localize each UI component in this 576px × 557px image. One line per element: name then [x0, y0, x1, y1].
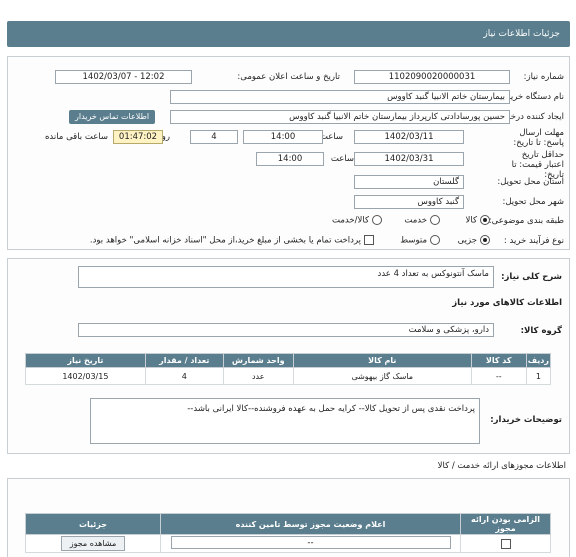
announce-field: 1402/03/07 - 12:02	[55, 70, 192, 84]
time-remaining-field: 01:47:02	[113, 130, 163, 144]
col-date: تاریخ نیاز	[25, 353, 146, 368]
deadline-label: مهلت ارسال پاسخ: تا تاریخ:	[513, 128, 564, 148]
cell-date: 1402/03/15	[25, 367, 146, 385]
category-option-goods-service[interactable]: کالا/خدمت	[332, 215, 382, 226]
col-row: ردیف	[525, 353, 552, 368]
col-license-required: الزامی بودن ارائه مجوز	[460, 513, 551, 535]
cell-row: 1	[525, 367, 552, 385]
validity-time-label: ساعت	[330, 154, 354, 164]
deadline-time-field: 14:00	[243, 130, 323, 144]
goods-group-label: گروه کالا:	[520, 326, 562, 336]
cell-license-details: مشاهده مجوز	[25, 534, 161, 553]
need-number-label: شماره نیاز:	[523, 72, 564, 82]
radio-icon[interactable]	[372, 215, 382, 225]
summary-field: ماسک آنتونوکس به تعداد 4 عدد	[78, 266, 494, 288]
buyer-notes-label: توضیحات خریدار:	[490, 415, 562, 425]
goods-group-field: دارو، پزشکی و سلامت	[78, 323, 494, 337]
license-status-field: --	[170, 536, 451, 549]
checkbox-icon[interactable]	[500, 538, 511, 549]
validity-label: حداقل تاریخ اعتبار قیمت: تا تاریخ:	[511, 150, 564, 180]
col-license-details: جزئیات	[25, 513, 161, 535]
validity-date-field: 1402/03/31	[354, 152, 464, 166]
buyer-org-field: بیمارستان خاتم الانبیا گنبد کاووس	[170, 90, 510, 104]
province-field: گلستان	[354, 175, 464, 189]
table-row: 1 -- ماسک گاز بیهوشی عدد 4 1402/03/15	[25, 367, 552, 385]
time-remaining-label: ساعت باقی مانده	[44, 132, 108, 142]
col-qty: تعداد / مقدار	[144, 353, 224, 368]
category-label: طبقه بندی موضوعی:	[488, 216, 564, 226]
page-header: جزئیات اطلاعات نیاز	[7, 21, 570, 47]
province-label: استان محل تحویل:	[497, 177, 564, 187]
radio-icon[interactable]	[430, 215, 440, 225]
creator-field: حسین پورسادادتی کارپرداز بیمارستان خاتم …	[170, 110, 510, 124]
col-name: نام کالا	[292, 353, 472, 368]
radio-icon[interactable]	[430, 235, 440, 245]
services-section-title: اطلاعات مجوزهای ارائه خدمت / کالا	[437, 461, 566, 471]
col-license-status: اعلام وضعیت مجوز توسط تامین کننده	[160, 513, 461, 535]
need-number-field: 1102090020000031	[354, 70, 510, 84]
radio-checked-icon[interactable]	[480, 215, 490, 225]
days-remaining-field: 4	[190, 130, 238, 144]
cell-license-required	[460, 534, 551, 553]
goods-section-title: اطلاعات کالاهای مورد نیاز	[452, 298, 562, 308]
announce-label: تاریخ و ساعت اعلان عمومی:	[237, 72, 340, 82]
radio-checked-icon[interactable]	[480, 235, 490, 245]
table-row: -- مشاهده مجوز	[25, 534, 551, 553]
cell-license-status: --	[160, 534, 461, 553]
contact-buyer-link[interactable]: اطلاعات تماس خریدار	[69, 110, 156, 124]
process-option-minor[interactable]: جزیی	[458, 235, 490, 246]
col-code: کد کالا	[470, 353, 527, 368]
cell-qty: 4	[144, 367, 224, 385]
city-field: گنبد کاووس	[354, 195, 464, 209]
view-license-button[interactable]: مشاهده مجوز	[60, 536, 126, 551]
treasury-payment-checkbox[interactable]: پرداخت تمام یا بخشی از مبلغ خرید،از محل …	[90, 235, 374, 246]
summary-label: شرح کلی نیاز:	[501, 272, 562, 282]
goods-table: ردیف کد کالا نام کالا واحد شمارش تعداد /…	[25, 353, 552, 385]
city-label: شهر محل تحویل:	[502, 197, 564, 207]
license-table: الزامی بودن ارائه مجوز اعلام وضعیت مجوز …	[25, 513, 551, 553]
validity-time-field: 14:00	[256, 152, 324, 166]
col-unit: واحد شمارش	[222, 353, 294, 368]
cell-name: ماسک گاز بیهوشی	[292, 367, 472, 385]
category-option-service[interactable]: خدمت	[404, 215, 440, 226]
checkbox-icon[interactable]	[364, 235, 374, 245]
deadline-date-field: 1402/03/11	[354, 130, 464, 144]
page-title: جزئیات اطلاعات نیاز	[483, 29, 560, 39]
process-option-medium[interactable]: متوسط	[400, 235, 440, 246]
cell-unit: عدد	[222, 367, 294, 385]
process-label: نوع فرآیند خرید :	[503, 236, 564, 246]
deadline-time-label: ساعت	[319, 132, 343, 142]
category-option-goods[interactable]: کالا	[466, 215, 490, 226]
buyer-notes-field: پرداخت نقدی پس از تحویل کالا-- کرایه حمل…	[90, 398, 480, 444]
cell-code: --	[470, 367, 527, 385]
